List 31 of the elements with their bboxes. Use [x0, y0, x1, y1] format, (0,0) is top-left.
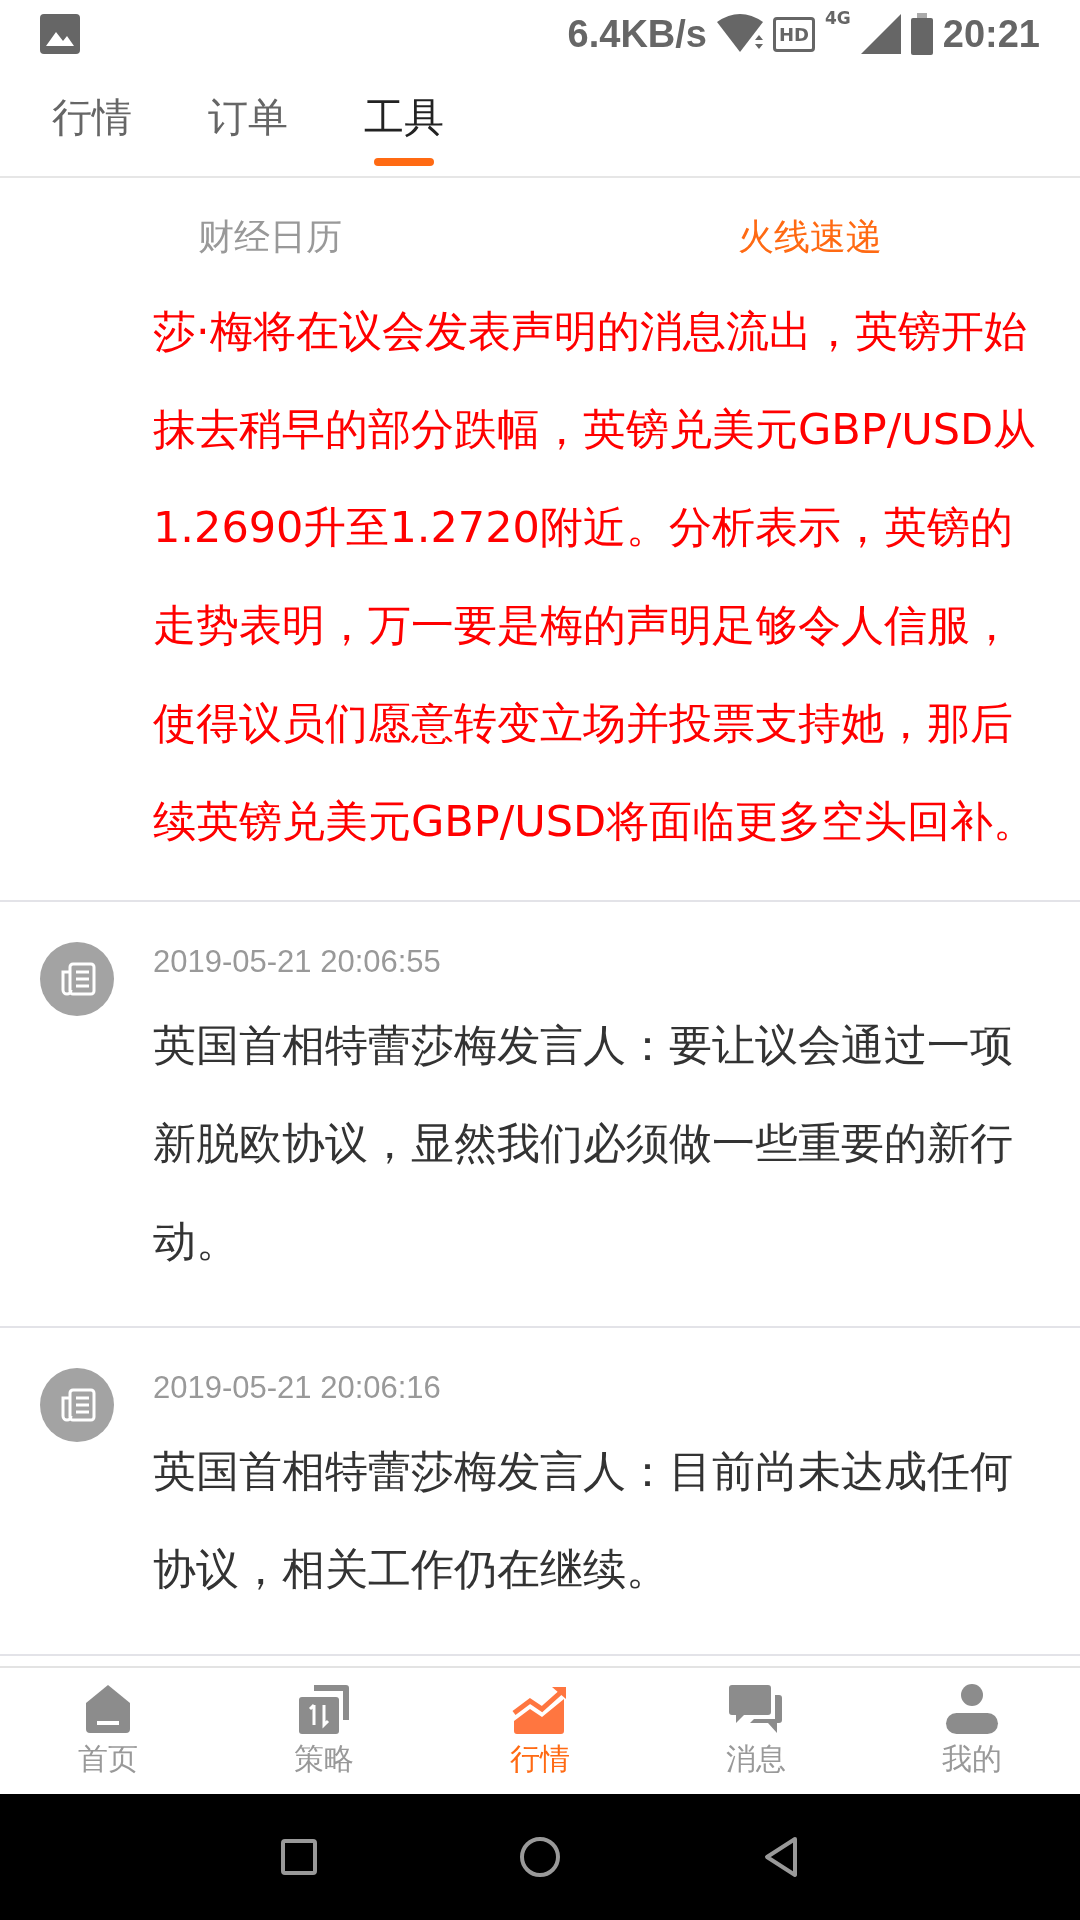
tab[interactable]: 订单: [184, 68, 312, 176]
news-text: 英国首相特蕾莎梅发言人：目前尚未达成任何协议，相关工作仍在继续。: [153, 1445, 1014, 1596]
chat-icon: [728, 1682, 784, 1735]
nav-item[interactable]: 行情: [432, 1668, 648, 1794]
recents-icon[interactable]: [281, 1839, 317, 1875]
person-icon: [944, 1682, 1000, 1735]
nav-item[interactable]: 消息: [648, 1668, 864, 1794]
hd-badge: HD: [773, 16, 815, 52]
battery-icon: [910, 13, 933, 55]
news-time: 2019-05-21 20:06:55: [153, 943, 442, 981]
news-icon: [39, 942, 114, 1016]
nav-item[interactable]: 首页: [0, 1668, 216, 1794]
network-type: 4G: [825, 8, 851, 28]
news-time: 2019-05-21 20:06:16: [153, 1369, 442, 1407]
nav-item[interactable]: 我的: [864, 1668, 1080, 1794]
signal-icon: [860, 14, 901, 54]
tab[interactable]: 行情: [28, 68, 156, 176]
sub-tab[interactable]: 火线速递: [540, 212, 1080, 262]
image-icon: [40, 14, 80, 54]
sub-tab[interactable]: 财经日历: [0, 212, 540, 262]
news-text: 莎·梅将在议会发表声明的消息流出，英镑开始抹去稍早的部分跌幅，英镑兑美元GBP/USD从1.2690升至1.2720附近。分析表示，英镑的走势表明，万一要是梅的声明足够令人信服，使得议员们愿意转变立场并投票支持她，那后续英镑兑美元GBP/USD将面临更多空头回补。: [153, 305, 1038, 848]
home-circle-icon[interactable]: [519, 1836, 561, 1878]
news-icon: [39, 1368, 114, 1442]
stacked-cards-icon: [298, 1682, 350, 1735]
tab[interactable]: 工具: [340, 68, 468, 176]
wifi-icon: [717, 14, 763, 54]
nav-item[interactable]: 策略: [216, 1668, 432, 1794]
news-text: 英国首相特蕾莎梅发言人：要让议会通过一项新脱欧协议，显然我们必须做一些重要的新行动。: [153, 1019, 1014, 1268]
network-speed: 6.4KB/s: [567, 12, 707, 56]
back-icon[interactable]: [763, 1836, 799, 1878]
clock: 20:21: [942, 12, 1040, 56]
